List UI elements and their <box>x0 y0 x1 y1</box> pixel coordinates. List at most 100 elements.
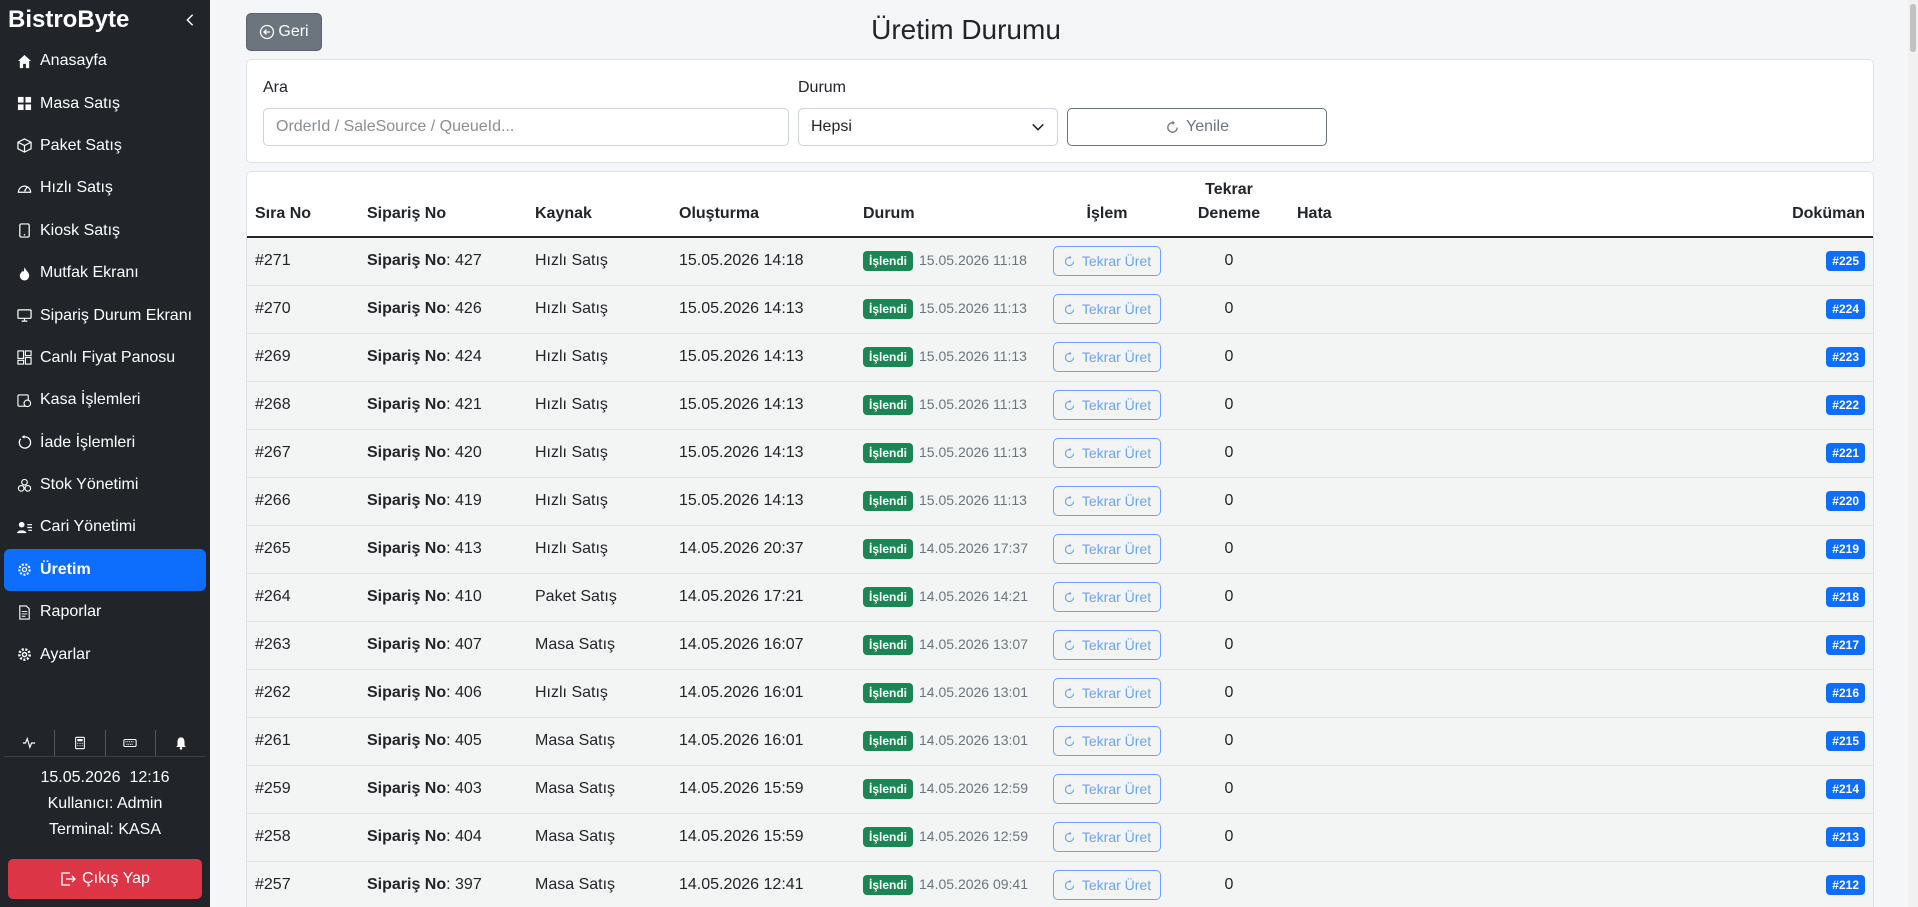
sidebar-item-kasa-islemleri[interactable]: Kasa İşlemleri <box>4 379 206 421</box>
cell-action: Tekrar Üret <box>1045 669 1169 718</box>
order-prefix: Sipariş No <box>367 492 447 509</box>
page-scrollbar[interactable] <box>1908 0 1918 907</box>
table-row: #265 Sipariş No: 413 Hızlı Satış 14.05.2026… <box>247 525 1873 574</box>
document-badge[interactable]: #215 <box>1826 731 1865 751</box>
status-badge: İşlendi <box>863 731 914 751</box>
sidebar-item-kiosk-satis[interactable]: Kiosk Satış <box>4 210 206 252</box>
regenerate-button[interactable]: Tekrar Üret <box>1053 486 1161 516</box>
notifications-button[interactable] <box>156 730 206 756</box>
document-badge[interactable]: #218 <box>1826 587 1865 607</box>
regenerate-button[interactable]: Tekrar Üret <box>1053 438 1161 468</box>
regenerate-button[interactable]: Tekrar Üret <box>1053 294 1161 324</box>
person-lines-icon <box>16 519 32 535</box>
document-badge[interactable]: #219 <box>1826 539 1865 559</box>
cell-source: Hızlı Satış <box>527 381 671 430</box>
sidebar-item-anasayfa[interactable]: Anasayfa <box>4 40 206 82</box>
status-select[interactable]: Hepsi <box>798 108 1058 146</box>
sidebar: BistroByte Anasayfa Masa Satış Paket Sat… <box>0 0 210 907</box>
refresh-button[interactable]: Yenile <box>1067 108 1327 146</box>
cell-source: Masa Satış <box>527 813 671 862</box>
regenerate-button[interactable]: Tekrar Üret <box>1053 726 1161 756</box>
sidebar-item-stok-yonetimi[interactable]: Stok Yönetimi <box>4 464 206 506</box>
regenerate-button[interactable]: Tekrar Üret <box>1053 246 1161 277</box>
regenerate-button[interactable]: Tekrar Üret <box>1053 870 1161 900</box>
order-number: : 406 <box>446 684 482 701</box>
document-badge[interactable]: #225 <box>1826 251 1865 272</box>
order-number: : 426 <box>446 300 482 317</box>
scrollbar-thumb[interactable] <box>1910 4 1916 52</box>
fire-icon <box>16 265 32 281</box>
order-prefix: Sipariş No <box>367 876 447 893</box>
table-row: #263 Sipariş No: 407 Masa Satış 14.05.2026 … <box>247 621 1873 670</box>
header-retry-line1: Tekrar <box>1205 181 1253 198</box>
cell-error <box>1289 573 1743 622</box>
document-badge[interactable]: #222 <box>1826 395 1865 415</box>
cell-created: 14.05.2026 16:01 <box>671 717 855 766</box>
document-badge[interactable]: #216 <box>1826 683 1865 703</box>
activity-button[interactable] <box>4 729 55 756</box>
table-row: #261 Sipariş No: 405 Masa Satış 14.05.2026 … <box>247 717 1873 766</box>
regenerate-button[interactable]: Tekrar Üret <box>1053 822 1161 852</box>
sidebar-item-label: Masa Satış <box>40 94 121 112</box>
sidebar-item-cari-yonetimi[interactable]: Cari Yönetimi <box>4 506 206 548</box>
dashboard-icon <box>16 350 32 366</box>
search-input[interactable] <box>263 108 789 146</box>
order-number: : 403 <box>446 780 482 797</box>
status-timestamp: 15.05.2026 11:13 <box>919 300 1027 316</box>
cell-created: 15.05.2026 14:13 <box>671 381 855 430</box>
sidebar-item-hizli-satis[interactable]: Hızlı Satış <box>4 167 206 209</box>
collapse-sidebar-button[interactable] <box>182 12 198 28</box>
cell-status: İşlendi 14.05.2026 17:37 <box>855 525 1045 574</box>
order-prefix: Sipariş No <box>367 396 447 413</box>
cell-retry-count: 0 <box>1169 573 1289 622</box>
regenerate-button[interactable]: Tekrar Üret <box>1053 534 1161 564</box>
cell-error <box>1289 477 1743 526</box>
sidebar-item-masa-satis[interactable]: Masa Satış <box>4 82 206 124</box>
cell-doc: #221 <box>1743 429 1873 478</box>
document-badge[interactable]: #220 <box>1826 491 1865 511</box>
refresh-icon <box>1064 590 1075 602</box>
cell-error <box>1289 429 1743 478</box>
cell-source: Masa Satış <box>527 621 671 670</box>
regenerate-label: Tekrar Üret <box>1081 541 1152 557</box>
regenerate-button[interactable]: Tekrar Üret <box>1053 678 1161 708</box>
cell-retry-count: 0 <box>1169 429 1289 478</box>
regenerate-button[interactable]: Tekrar Üret <box>1053 342 1161 372</box>
box-icon <box>16 138 32 154</box>
sidebar-item-label: Kiosk Satış <box>40 221 121 239</box>
sidebar-item-ayarlar[interactable]: Ayarlar <box>4 633 206 675</box>
document-badge[interactable]: #214 <box>1826 779 1865 799</box>
status-badge: İşlendi <box>863 539 914 559</box>
document-badge[interactable]: #224 <box>1826 299 1865 319</box>
sidebar-item-mutfak-ekrani[interactable]: Mutfak Ekranı <box>4 252 206 294</box>
document-badge[interactable]: #213 <box>1826 827 1865 847</box>
sidebar-item-label: Sipariş Durum Ekranı <box>40 306 193 324</box>
document-badge[interactable]: #212 <box>1826 875 1865 895</box>
calculator-button[interactable] <box>55 729 106 756</box>
regenerate-button[interactable]: Tekrar Üret <box>1053 630 1161 660</box>
table-body: #271 Sipariş No: 427 Hızlı Satış 15.05.2026… <box>247 237 1873 907</box>
document-badge[interactable]: #221 <box>1826 443 1865 463</box>
keyboard-button[interactable] <box>106 729 157 756</box>
logout-button[interactable]: Çıkış Yap <box>8 859 202 899</box>
cell-order: Sipariş No: 397 <box>359 861 527 907</box>
order-prefix: Sipariş No <box>367 444 447 461</box>
sidebar-item-paket-satis[interactable]: Paket Satış <box>4 125 206 167</box>
sidebar-item-siparis-durum-ekrani[interactable]: Sipariş Durum Ekranı <box>4 294 206 336</box>
cell-action: Tekrar Üret <box>1045 285 1169 334</box>
status-badge: İşlendi <box>863 875 914 895</box>
document-badge[interactable]: #217 <box>1826 635 1865 655</box>
document-badge[interactable]: #223 <box>1826 347 1865 367</box>
cell-retry-count: 0 <box>1169 813 1289 862</box>
cell-source: Hızlı Satış <box>527 669 671 718</box>
sidebar-item-iade-islemleri[interactable]: İade İşlemleri <box>4 422 206 464</box>
current-datetime: 15.05.2026 12:16 <box>40 769 170 786</box>
sidebar-item-uretim[interactable]: Üretim <box>4 548 206 592</box>
sidebar-item-canli-fiyat-panosu[interactable]: Canlı Fiyat Panosu <box>4 337 206 379</box>
regenerate-button[interactable]: Tekrar Üret <box>1053 774 1161 804</box>
sidebar-item-raporlar[interactable]: Raporlar <box>4 591 206 633</box>
regenerate-button[interactable]: Tekrar Üret <box>1053 390 1161 420</box>
speedometer-icon <box>16 180 32 196</box>
regenerate-button[interactable]: Tekrar Üret <box>1053 582 1161 612</box>
cell-doc: #216 <box>1743 669 1873 718</box>
